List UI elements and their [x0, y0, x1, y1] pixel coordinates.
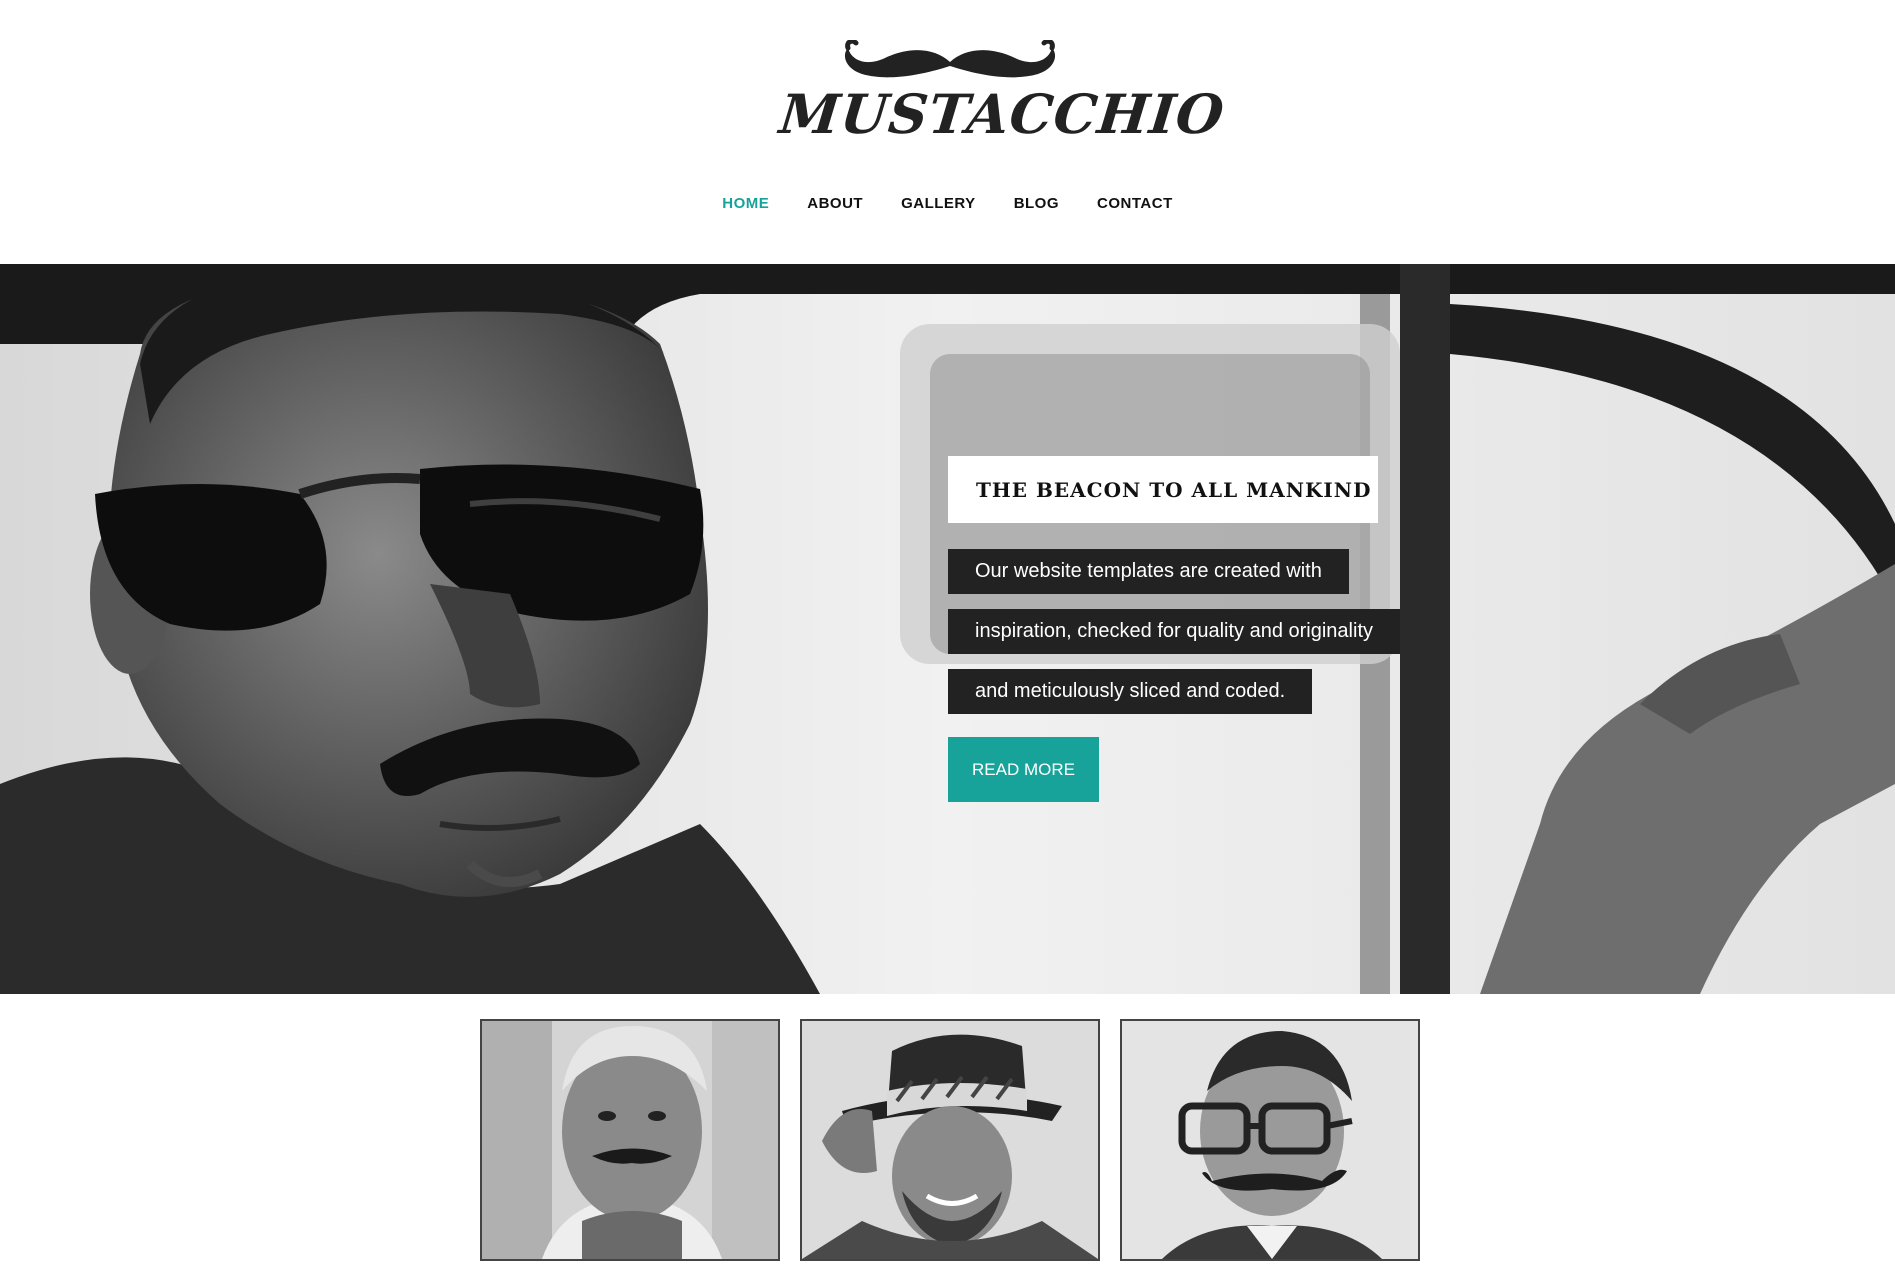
brand-name: MUSTACCHIO: [776, 82, 1228, 146]
man-with-hat-portrait-photo: [802, 1021, 1098, 1259]
page: MUSTACCHIO HOME ABOUT GALLERY BLOG CONTA…: [0, 0, 1895, 1273]
gray-haired-man-portrait-photo: [482, 1021, 778, 1259]
hero-text-line-1: Our website templates are created with: [948, 549, 1349, 594]
read-more-button[interactable]: READ MORE: [948, 737, 1099, 802]
site-logo[interactable]: MUSTACCHIO: [777, 40, 1228, 146]
hero-text-line-3: and meticulously sliced and coded.: [948, 669, 1313, 714]
nav-contact[interactable]: CONTACT: [1097, 195, 1173, 212]
thumbnail-1[interactable]: [480, 1019, 780, 1261]
nav-blog[interactable]: BLOG: [1014, 195, 1059, 212]
hero-text-line-2: inspiration, checked for quality and ori…: [948, 609, 1400, 654]
man-with-glasses-portrait-photo: [1122, 1021, 1418, 1259]
nav-home[interactable]: HOME: [722, 195, 769, 212]
mustache-icon: [844, 40, 1056, 78]
main-nav: HOME ABOUT GALLERY BLOG CONTACT: [0, 195, 1895, 212]
hero-title: THE BEACON TO ALL MANKIND: [948, 456, 1378, 523]
nav-gallery[interactable]: GALLERY: [901, 195, 976, 212]
nav-about[interactable]: ABOUT: [807, 195, 863, 212]
thumbnail-3[interactable]: [1120, 1019, 1420, 1261]
thumbnail-2[interactable]: [800, 1019, 1100, 1261]
